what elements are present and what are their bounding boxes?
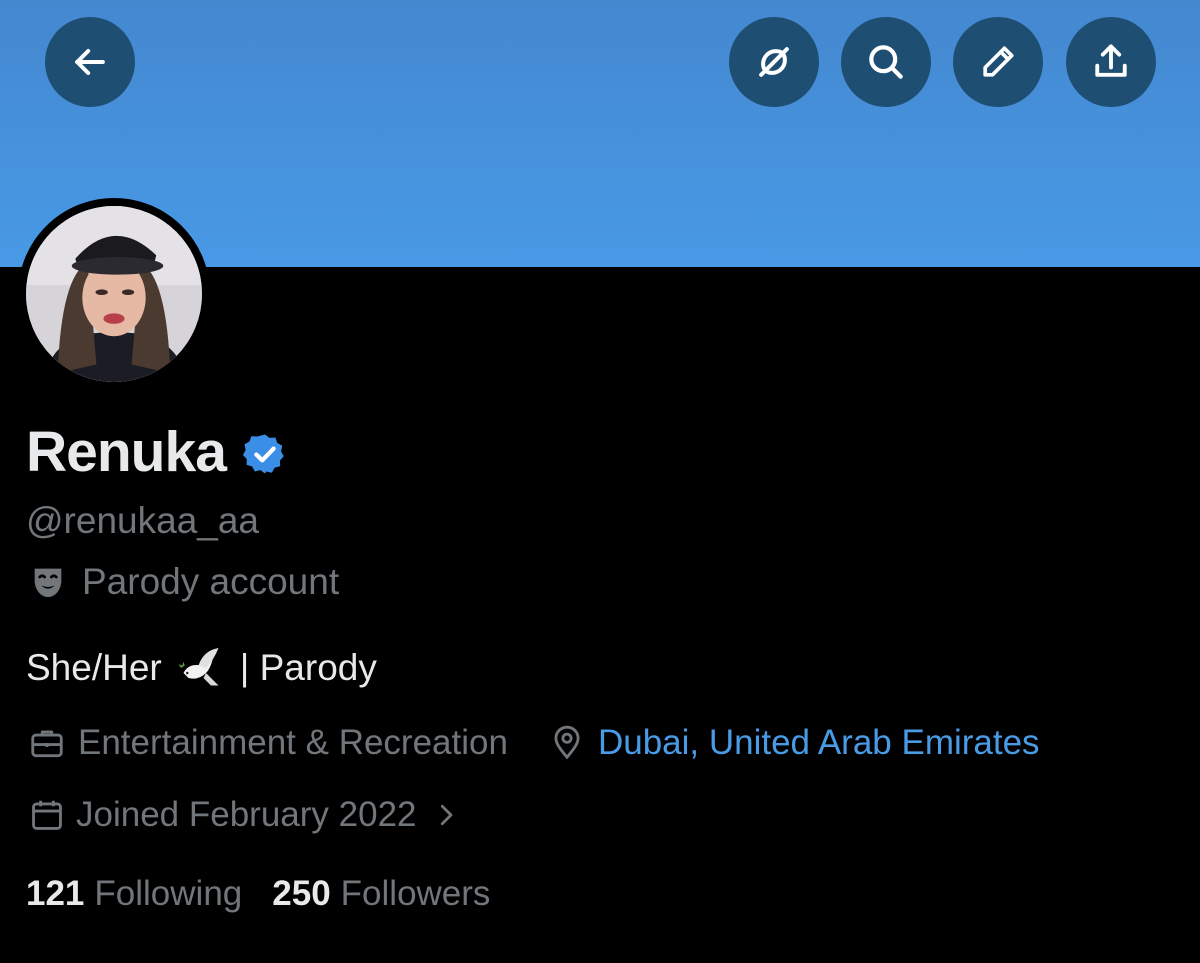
following-label: Following [94, 874, 243, 913]
share-upload-icon [1095, 44, 1127, 77]
grok-slash-circle-icon [759, 47, 789, 77]
followers-stat[interactable]: 250 Followers [272, 868, 490, 920]
followers-count: 250 [272, 874, 331, 913]
display-name-row: Renuka [26, 416, 288, 488]
share-button[interactable] [1066, 17, 1156, 107]
arrow-left-icon [75, 48, 105, 76]
avatar-photo [26, 206, 202, 382]
chevron-right-icon [440, 804, 452, 826]
search-icon [869, 45, 903, 79]
edit-profile-button[interactable] [953, 17, 1043, 107]
pencil-icon [983, 46, 1014, 77]
following-count: 121 [26, 874, 85, 913]
display-name: Renuka [26, 420, 227, 484]
following-stat[interactable]: 121 Following [26, 868, 242, 920]
location-item[interactable]: Dubai, United Arab Emirates [548, 717, 1040, 769]
parody-label-row: Parody account [28, 557, 339, 607]
search-button[interactable] [841, 17, 931, 107]
joined-date-row[interactable]: Joined February 2022 [28, 789, 461, 841]
profile-bio: She/Her | Parody [26, 641, 377, 695]
map-pin-icon [554, 725, 580, 760]
verified-badge-icon[interactable] [242, 431, 288, 477]
bio-pronouns: She/Her [26, 647, 162, 688]
profile-meta-row: Entertainment & Recreation Dubai, United… [28, 717, 1040, 769]
category-label: Entertainment & Recreation [78, 723, 508, 762]
briefcase-icon [31, 730, 63, 758]
parody-account-label: Parody account [82, 561, 340, 602]
joined-date: Joined February 2022 [76, 795, 417, 834]
grok-button[interactable] [729, 17, 819, 107]
theater-mask-icon [34, 568, 62, 597]
followers-label: Followers [340, 874, 491, 913]
username-handle: @renukaa_aa [26, 500, 260, 541]
follow-stats: 121 Following 250 Followers [26, 868, 490, 920]
calendar-icon [32, 800, 62, 830]
bio-parody: | Parody [239, 647, 377, 688]
profile-avatar[interactable] [18, 198, 210, 390]
category-item: Entertainment & Recreation [28, 717, 508, 769]
dove-icon [178, 648, 219, 686]
back-button[interactable] [45, 17, 135, 107]
location-link[interactable]: Dubai, United Arab Emirates [598, 717, 1040, 769]
